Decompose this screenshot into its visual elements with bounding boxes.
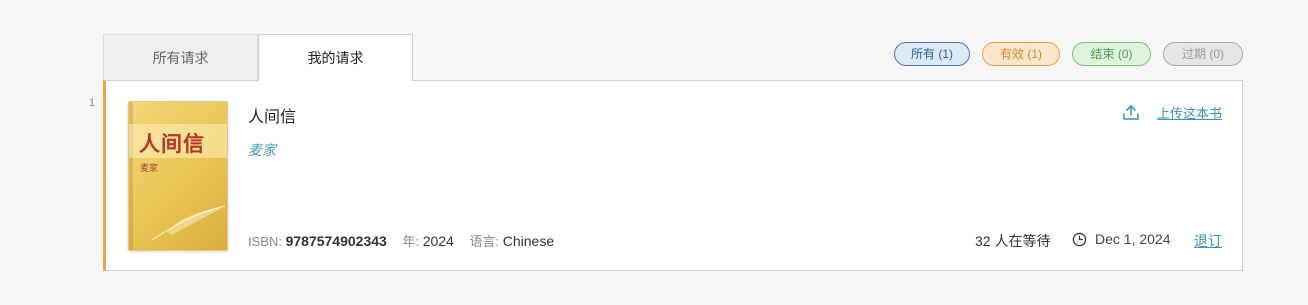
filter-valid-badge[interactable]: 有效 (1) <box>982 42 1060 66</box>
book-title[interactable]: 人间信 <box>248 103 296 127</box>
book-author-link[interactable]: 麦家 <box>248 140 276 160</box>
filter-expired-badge[interactable]: 过期 (0) <box>1163 42 1243 66</box>
feather-icon <box>151 205 226 241</box>
language-label: 语言: <box>469 234 500 249</box>
book-metadata: ISBN: 9787574902343 年: 2024 语言: Chinese <box>248 231 566 250</box>
request-date: Dec 1, 2024 <box>1095 231 1171 247</box>
clock-icon <box>1072 232 1087 247</box>
tab-my-requests[interactable]: 我的请求 <box>258 34 413 81</box>
year-value: 2024 <box>422 233 454 249</box>
request-card: 人间信 麦家 人间信 麦家 ISBN: 9787574902343 年: 202… <box>103 80 1243 271</box>
upload-icon[interactable] <box>1122 103 1140 121</box>
year-label: 年: <box>402 234 420 249</box>
cover-title: 人间信 <box>139 131 205 156</box>
filter-all-badge[interactable]: 所有 (1) <box>894 42 970 66</box>
upload-book-link[interactable]: 上传这本书 <box>1157 103 1222 122</box>
unsubscribe-link[interactable]: 退订 <box>1194 231 1222 251</box>
filter-done-badge[interactable]: 结束 (0) <box>1072 42 1151 66</box>
book-cover[interactable]: 人间信 麦家 <box>128 101 228 251</box>
tab-all-requests[interactable]: 所有请求 <box>103 34 258 80</box>
cover-author: 麦家 <box>140 163 159 173</box>
isbn-value: 9787574902343 <box>285 233 387 249</box>
waiting-count: 32 人在等待 <box>975 233 1051 249</box>
language-value: Chinese <box>502 233 555 249</box>
isbn-label: ISBN: <box>248 234 282 249</box>
row-index: 1 <box>89 97 96 109</box>
